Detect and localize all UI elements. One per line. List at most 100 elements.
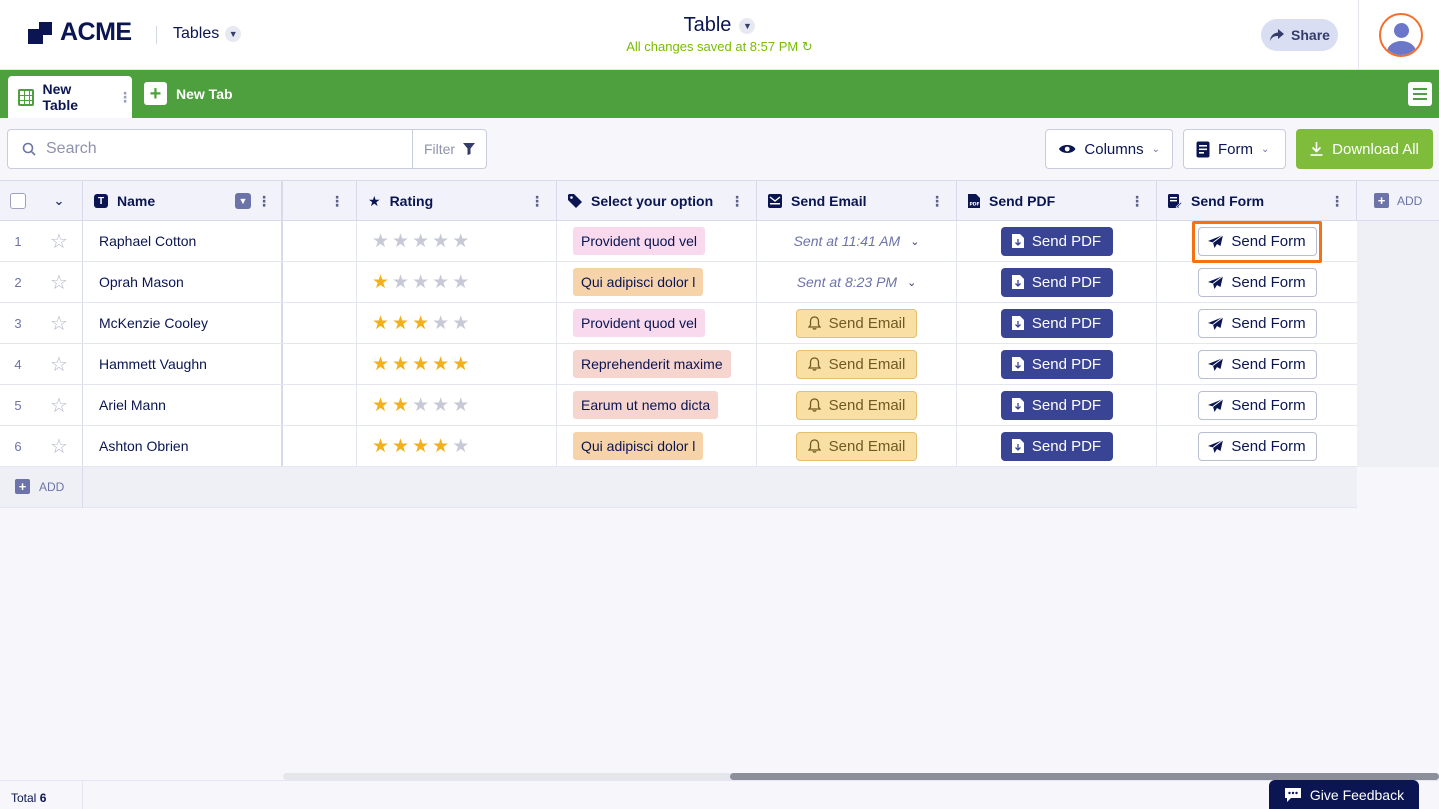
- name-cell[interactable]: Ariel Mann: [83, 385, 283, 425]
- rating-star-icon[interactable]: ★: [452, 396, 469, 415]
- name-cell[interactable]: Ashton Obrien: [83, 426, 283, 466]
- rating-star-icon[interactable]: ★: [452, 355, 469, 374]
- column-menu-icon[interactable]: ⋮: [930, 193, 944, 210]
- option-cell[interactable]: Qui adipisci dolor l: [557, 426, 757, 466]
- star-outline-icon[interactable]: ☆: [50, 311, 68, 336]
- column-menu-icon[interactable]: ⋮: [730, 193, 744, 210]
- new-tab-button[interactable]: + New Tab: [144, 82, 233, 105]
- column-menu-icon[interactable]: ⋮: [257, 193, 271, 210]
- option-cell[interactable]: Qui adipisci dolor l: [557, 262, 757, 302]
- send-form-button[interactable]: Send Form: [1197, 349, 1317, 379]
- name-cell[interactable]: Hammett Vaughn: [83, 344, 283, 384]
- send-form-button[interactable]: Send Form: [1197, 431, 1317, 461]
- filter-button[interactable]: Filter: [412, 129, 487, 169]
- column-header-blank[interactable]: ⋮: [283, 181, 357, 221]
- rating-star-icon[interactable]: ★: [392, 232, 409, 251]
- rating-star-icon[interactable]: ★: [432, 232, 449, 251]
- tab-new-table[interactable]: New Table ⋮: [8, 76, 132, 118]
- table-title-dropdown[interactable]: Table ▼: [684, 14, 756, 37]
- search-input[interactable]: [46, 140, 386, 158]
- rating-star-icon[interactable]: ★: [392, 437, 409, 456]
- star-outline-icon[interactable]: ☆: [50, 229, 68, 254]
- blank-cell[interactable]: [283, 426, 357, 466]
- rating-star-icon[interactable]: ★: [392, 314, 409, 333]
- option-cell[interactable]: Earum ut nemo dicta: [557, 385, 757, 425]
- table-row[interactable]: 1 ☆ Raphael Cotton ★ ★ ★ ★ ★ Provident quod vel S…: [0, 221, 1357, 262]
- rating-star-icon[interactable]: ★: [372, 437, 389, 456]
- hamburger-menu-icon[interactable]: [1408, 82, 1432, 106]
- column-menu-icon[interactable]: ⋮: [1330, 193, 1344, 210]
- column-menu-icon[interactable]: ⋮: [330, 193, 344, 210]
- rating-star-icon[interactable]: ★: [372, 355, 389, 374]
- column-menu-icon[interactable]: ⋮: [1130, 193, 1144, 210]
- select-dropdown-cell[interactable]: ⌄: [36, 181, 83, 221]
- column-header-send-form[interactable]: Send Form ⋮: [1157, 181, 1357, 221]
- rating-star-icon[interactable]: ★: [452, 437, 469, 456]
- send-form-button[interactable]: Send Form: [1197, 308, 1317, 338]
- horizontal-scrollbar-thumb[interactable]: [730, 773, 1439, 780]
- send-form-button[interactable]: Send Form: [1197, 390, 1317, 420]
- send-email-button[interactable]: Send Email: [796, 431, 917, 461]
- name-cell[interactable]: McKenzie Cooley: [83, 303, 283, 343]
- rating-star-icon[interactable]: ★: [432, 314, 449, 333]
- rating-star-icon[interactable]: ★: [412, 273, 429, 292]
- rating-star-icon[interactable]: ★: [432, 273, 449, 292]
- give-feedback-button[interactable]: Give Feedback: [1269, 780, 1419, 809]
- option-cell[interactable]: Reprehenderit maxime: [557, 344, 757, 384]
- download-all-button[interactable]: Download All: [1296, 129, 1433, 169]
- email-sent-status[interactable]: Sent at 8:23 PM ⌄: [797, 274, 917, 290]
- rating-star-icon[interactable]: ★: [412, 314, 429, 333]
- blank-cell[interactable]: [283, 303, 357, 343]
- rating-star-icon[interactable]: ★: [392, 355, 409, 374]
- star-outline-icon[interactable]: ☆: [50, 270, 68, 295]
- name-cell[interactable]: Oprah Mason: [83, 262, 283, 302]
- pin-icon[interactable]: ▼: [235, 193, 251, 209]
- option-cell[interactable]: Provident quod vel: [557, 221, 757, 261]
- table-row[interactable]: 2 ☆ Oprah Mason ★ ★ ★ ★ ★ Qui adipisci dolor l Se…: [0, 262, 1357, 303]
- rating-star-icon[interactable]: ★: [432, 396, 449, 415]
- rating-star-icon[interactable]: ★: [412, 437, 429, 456]
- column-header-send-email[interactable]: Send Email ⋮: [757, 181, 957, 221]
- rating-star-icon[interactable]: ★: [372, 314, 389, 333]
- select-all-checkbox[interactable]: [10, 193, 26, 209]
- send-email-button[interactable]: Send Email: [796, 308, 917, 338]
- tab-options-icon[interactable]: ⋮: [118, 89, 132, 106]
- send-pdf-button[interactable]: Send PDF: [1000, 390, 1113, 420]
- add-row-button[interactable]: + ADD: [15, 479, 64, 494]
- rating-star-icon[interactable]: ★: [372, 396, 389, 415]
- rating-star-icon[interactable]: ★: [432, 355, 449, 374]
- star-outline-icon[interactable]: ☆: [50, 393, 68, 418]
- table-row[interactable]: 4 ☆ Hammett Vaughn ★ ★ ★ ★ ★ Reprehenderit maxim…: [0, 344, 1357, 385]
- rating-star-icon[interactable]: ★: [432, 437, 449, 456]
- blank-cell[interactable]: [283, 221, 357, 261]
- send-email-button[interactable]: Send Email: [796, 390, 917, 420]
- rating-star-icon[interactable]: ★: [392, 273, 409, 292]
- add-column-button[interactable]: + ADD: [1357, 180, 1439, 221]
- option-cell[interactable]: Provident quod vel: [557, 303, 757, 343]
- send-pdf-button[interactable]: Send PDF: [1000, 267, 1113, 297]
- rating-star-icon[interactable]: ★: [372, 273, 389, 292]
- column-header-send-pdf[interactable]: PDF Send PDF ⋮: [957, 181, 1157, 221]
- send-form-button[interactable]: Send Form: [1197, 267, 1317, 297]
- table-row[interactable]: 5 ☆ Ariel Mann ★ ★ ★ ★ ★ Earum ut nemo dicta Send…: [0, 385, 1357, 426]
- rating-star-icon[interactable]: ★: [452, 232, 469, 251]
- share-button[interactable]: Share: [1261, 19, 1338, 51]
- star-outline-icon[interactable]: ☆: [50, 352, 68, 377]
- star-outline-icon[interactable]: ☆: [50, 434, 68, 459]
- column-header-rating[interactable]: ★ Rating ⋮: [357, 181, 557, 221]
- blank-cell[interactable]: [283, 262, 357, 302]
- avatar[interactable]: [1379, 13, 1423, 57]
- send-pdf-button[interactable]: Send PDF: [1000, 349, 1113, 379]
- form-button[interactable]: Form ⌄: [1183, 129, 1286, 169]
- rating-star-icon[interactable]: ★: [392, 396, 409, 415]
- rating-star-icon[interactable]: ★: [452, 314, 469, 333]
- blank-cell[interactable]: [283, 385, 357, 425]
- columns-button[interactable]: Columns ⌄: [1045, 129, 1173, 169]
- name-cell[interactable]: Raphael Cotton: [83, 221, 283, 261]
- rating-star-icon[interactable]: ★: [412, 355, 429, 374]
- send-form-button[interactable]: Send Form: [1197, 226, 1317, 256]
- email-sent-status[interactable]: Sent at 11:41 AM ⌄: [794, 233, 920, 249]
- column-menu-icon[interactable]: ⋮: [530, 193, 544, 210]
- column-header-name[interactable]: T Name ▼ ⋮: [83, 181, 283, 221]
- blank-cell[interactable]: [283, 344, 357, 384]
